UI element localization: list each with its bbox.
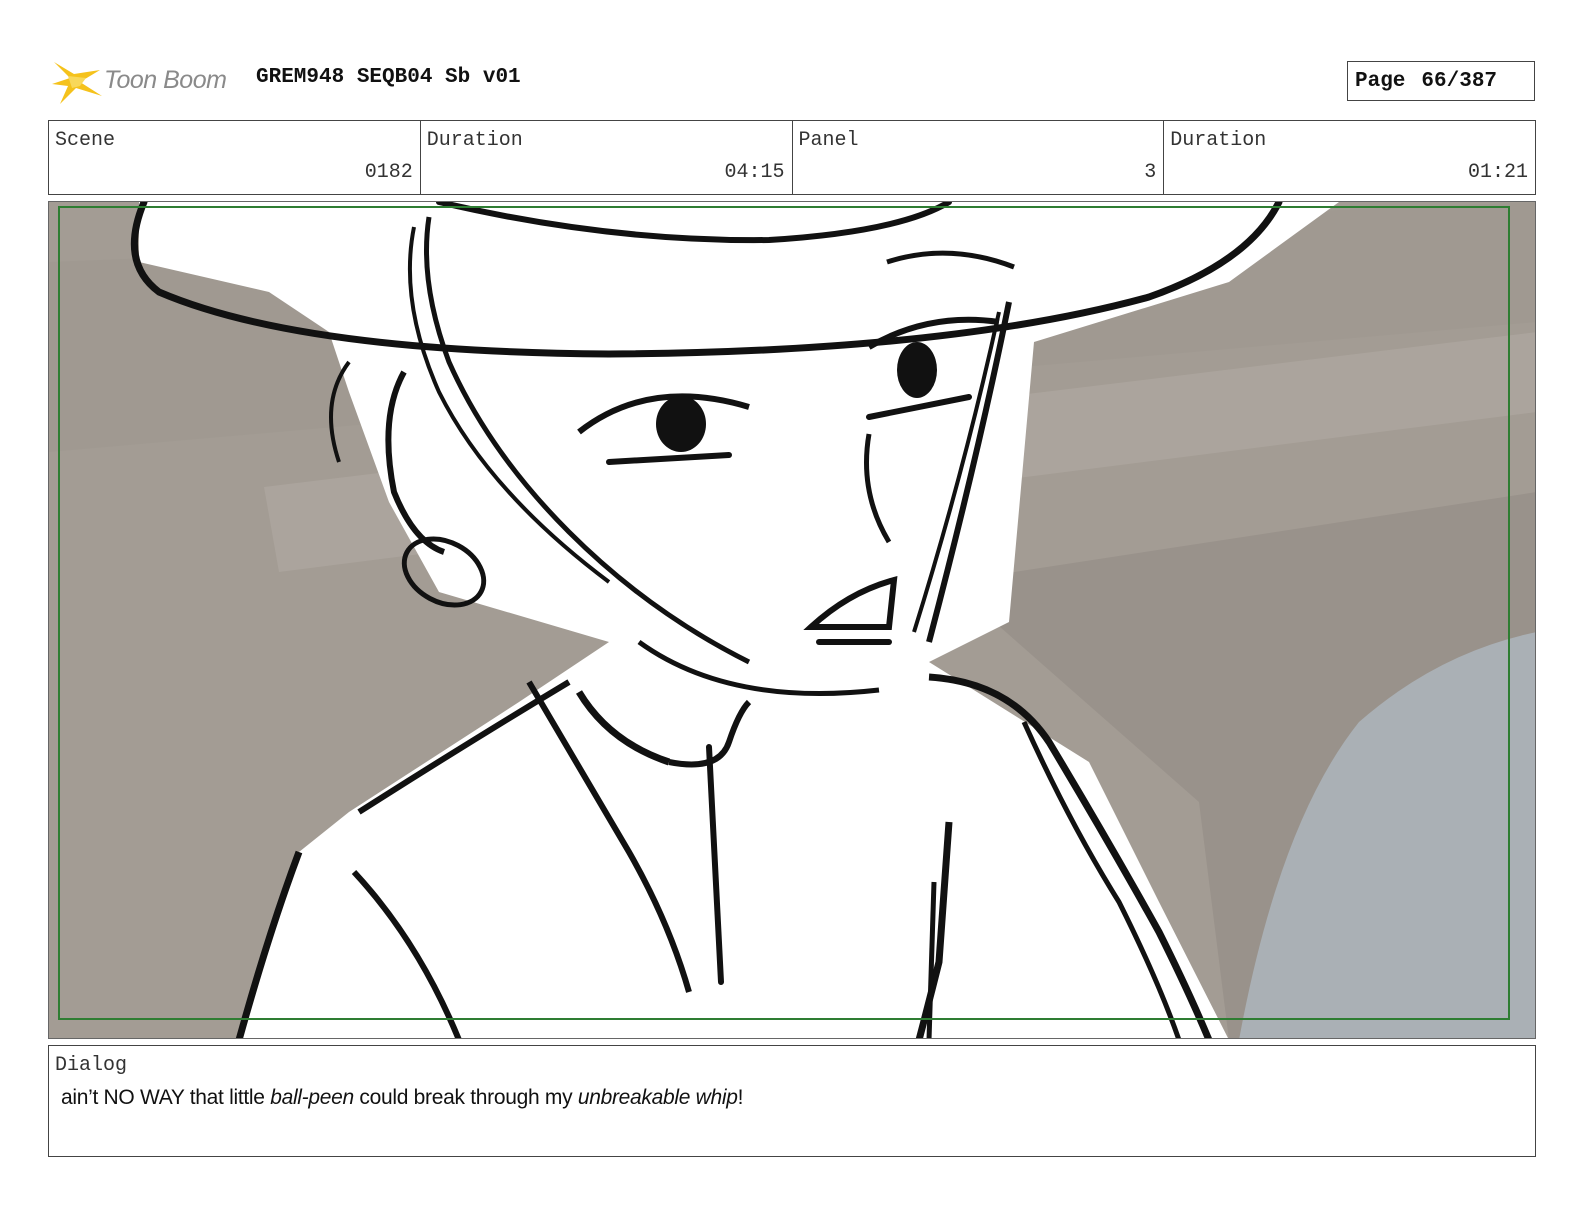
dialog-segment: !: [737, 1086, 744, 1109]
panel-duration-value: 01:21: [1467, 161, 1528, 184]
scene-cell: Scene 0182: [49, 121, 421, 194]
dialog-emphasis: unbreakable whip: [577, 1086, 738, 1109]
page-label: Page: [1355, 69, 1406, 93]
storyboard-panel: [48, 201, 1536, 1039]
logo-text: Toon Boom: [104, 66, 227, 94]
dialog-emphasis: ball-peen: [270, 1086, 354, 1109]
scene-duration-label: Duration: [426, 129, 523, 152]
panel-label: Panel: [798, 129, 859, 152]
dialog-segment: could break through my: [353, 1086, 578, 1109]
panel-duration-cell: Duration 01:21: [1164, 121, 1535, 194]
panel-cell: Panel 3: [793, 121, 1165, 194]
scene-value: 0182: [364, 161, 413, 184]
dialog-text: ain’t NO WAY that little ball-peen could…: [61, 1086, 743, 1110]
starburst-icon: [52, 62, 102, 104]
page-number: 66/387: [1421, 69, 1498, 93]
page-indicator: Page 66/387: [1347, 61, 1535, 101]
panel-duration-label: Duration: [1170, 129, 1267, 152]
scene-info-table: Scene 0182 Duration 04:15 Panel 3 Durati…: [48, 120, 1536, 195]
dialog-box: Dialog ain’t NO WAY that little ball-pee…: [48, 1045, 1536, 1157]
panel-drawing: [49, 202, 1535, 1038]
toon-boom-logo: Toon Boom: [50, 56, 240, 108]
document-title: GREM948 SEQB04 Sb v01: [256, 66, 521, 89]
dialog-segment: ain’t NO WAY that little: [61, 1086, 271, 1109]
scene-label: Scene: [55, 129, 116, 152]
panel-value: 3: [1144, 161, 1157, 184]
scene-duration-value: 04:15: [724, 161, 785, 184]
dialog-label: Dialog: [55, 1054, 128, 1077]
scene-duration-cell: Duration 04:15: [421, 121, 793, 194]
